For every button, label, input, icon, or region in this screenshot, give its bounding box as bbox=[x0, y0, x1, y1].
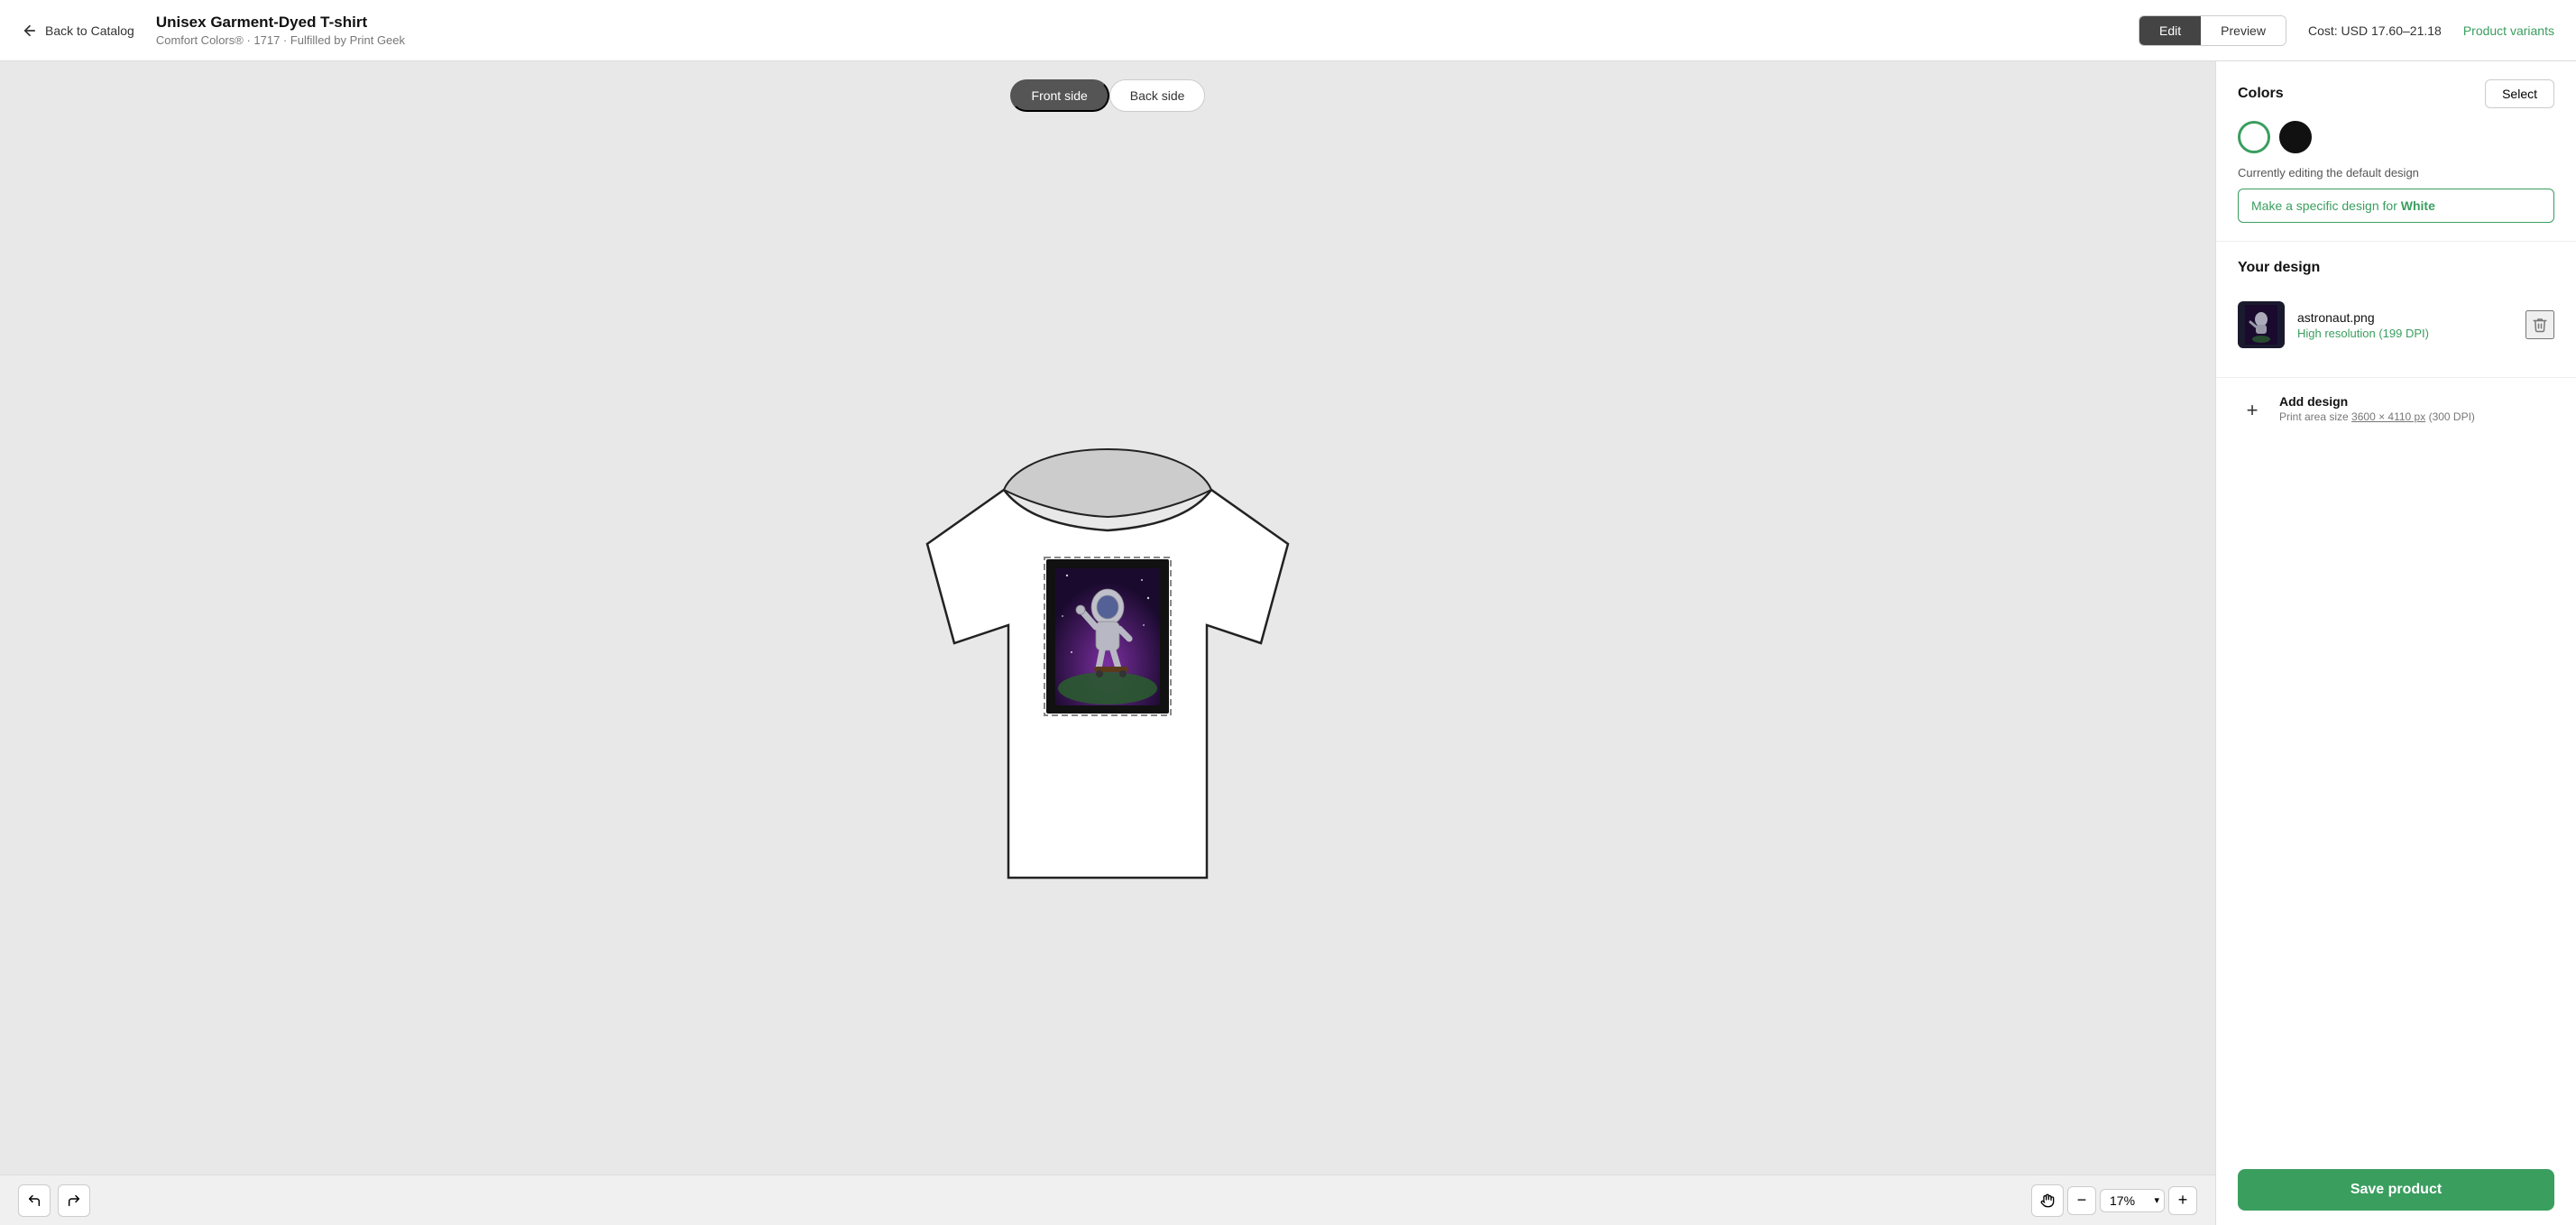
design-thumb-svg bbox=[2245, 305, 2277, 345]
view-toggle: Edit Preview bbox=[2139, 15, 2286, 46]
bottom-toolbar: − 5%10%17%25%50%75%100% + bbox=[0, 1174, 2215, 1225]
canvas-area: Front side Back side bbox=[0, 61, 2215, 1225]
zoom-out-button[interactable]: − bbox=[2067, 1186, 2096, 1215]
colors-row bbox=[2238, 121, 2554, 153]
back-to-catalog-link[interactable]: Back to Catalog bbox=[22, 23, 134, 39]
toolbar-left bbox=[18, 1184, 90, 1217]
back-label: Back to Catalog bbox=[45, 23, 134, 38]
side-tabs: Front side Back side bbox=[1010, 79, 1206, 112]
hand-tool-button[interactable] bbox=[2031, 1184, 2064, 1217]
undo-button[interactable] bbox=[18, 1184, 51, 1217]
zoom-in-button[interactable]: + bbox=[2168, 1186, 2197, 1215]
edit-button[interactable]: Edit bbox=[2139, 16, 2201, 45]
your-design-section: Your design astronaut.png High resolutio… bbox=[2216, 242, 2576, 378]
product-subtitle: Comfort Colors® · 1717 · Fulfilled by Pr… bbox=[156, 33, 2117, 47]
tshirt-canvas[interactable] bbox=[873, 391, 1342, 896]
colors-header: Colors Select bbox=[2238, 79, 2554, 108]
zoom-wrapper: 5%10%17%25%50%75%100% bbox=[2100, 1189, 2165, 1212]
cost-label: Cost: USD 17.60–21.18 bbox=[2308, 23, 2442, 38]
panel-spacer bbox=[2216, 441, 2576, 1155]
editing-note: Currently editing the default design bbox=[2238, 166, 2554, 180]
tshirt-svg bbox=[873, 391, 1342, 914]
product-info: Unisex Garment-Dyed T-shirt Comfort Colo… bbox=[156, 14, 2117, 47]
front-side-tab[interactable]: Front side bbox=[1010, 79, 1109, 112]
add-design-sub: Print area size 3600 × 4110 px (300 DPI) bbox=[2279, 410, 2475, 423]
product-variants-link[interactable]: Product variants bbox=[2463, 23, 2554, 38]
color-black[interactable] bbox=[2279, 121, 2312, 153]
specific-design-button[interactable]: Make a specific design for White bbox=[2238, 189, 2554, 223]
product-name: Unisex Garment-Dyed T-shirt bbox=[156, 14, 2117, 32]
color-white[interactable] bbox=[2238, 121, 2270, 153]
design-item: astronaut.png High resolution (199 DPI) bbox=[2238, 290, 2554, 359]
add-design-label: Add design bbox=[2279, 394, 2475, 409]
back-arrow-icon bbox=[22, 23, 38, 39]
design-info: astronaut.png High resolution (199 DPI) bbox=[2297, 310, 2513, 340]
topbar: Back to Catalog Unisex Garment-Dyed T-sh… bbox=[0, 0, 2576, 61]
redo-icon bbox=[67, 1193, 81, 1208]
trash-icon bbox=[2532, 317, 2548, 333]
save-section: Save product bbox=[2216, 1155, 2576, 1225]
design-resolution: High resolution (199 DPI) bbox=[2297, 327, 2513, 340]
add-design-row[interactable]: + Add design Print area size 3600 × 4110… bbox=[2238, 394, 2554, 425]
add-design-sub-text: Print area size bbox=[2279, 410, 2351, 423]
undo-icon bbox=[27, 1193, 41, 1208]
main-layout: Front side Back side bbox=[0, 61, 2576, 1225]
design-filename: astronaut.png bbox=[2297, 310, 2513, 325]
select-button[interactable]: Select bbox=[2485, 79, 2554, 108]
redo-button[interactable] bbox=[58, 1184, 90, 1217]
save-product-button[interactable]: Save product bbox=[2238, 1169, 2554, 1211]
right-panel: Colors Select Currently editing the defa… bbox=[2215, 61, 2576, 1225]
specific-design-text: Make a specific design for bbox=[2251, 198, 2401, 213]
toolbar-right: − 5%10%17%25%50%75%100% + bbox=[2031, 1184, 2197, 1217]
add-design-section: + Add design Print area size 3600 × 4110… bbox=[2216, 378, 2576, 441]
tshirt-container bbox=[0, 112, 2215, 1174]
back-side-tab[interactable]: Back side bbox=[1109, 79, 1206, 112]
colors-section: Colors Select Currently editing the defa… bbox=[2216, 61, 2576, 242]
preview-button[interactable]: Preview bbox=[2201, 16, 2286, 45]
your-design-title: Your design bbox=[2238, 260, 2554, 276]
zoom-select[interactable]: 5%10%17%25%50%75%100% bbox=[2100, 1189, 2165, 1212]
add-design-dpi: (300 DPI) bbox=[2425, 410, 2475, 423]
specific-design-color: White bbox=[2401, 198, 2435, 213]
print-area-size: 3600 × 4110 px bbox=[2351, 410, 2425, 423]
colors-title: Colors bbox=[2238, 86, 2284, 102]
design-thumbnail bbox=[2238, 301, 2285, 348]
delete-design-button[interactable] bbox=[2525, 310, 2554, 339]
hand-icon bbox=[2040, 1193, 2055, 1208]
add-design-info: Add design Print area size 3600 × 4110 p… bbox=[2279, 394, 2475, 423]
add-design-icon: + bbox=[2238, 396, 2267, 425]
